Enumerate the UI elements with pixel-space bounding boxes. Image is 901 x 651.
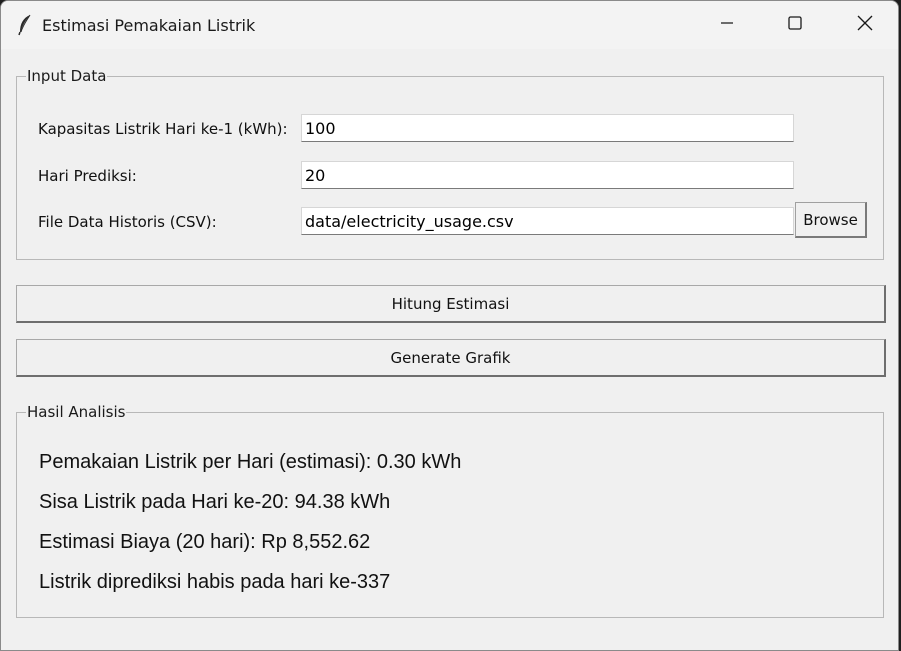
title-bar[interactable]: Estimasi Pemakaian Listrik (1, 1, 898, 49)
maximize-icon (788, 15, 802, 35)
result-prediksi-habis: Listrik diprediksi habis pada hari ke-33… (39, 571, 391, 593)
kapasitas-label: Kapasitas Listrik Hari ke-1 (kWh): (38, 120, 288, 138)
browse-button[interactable]: Browse (795, 202, 867, 238)
maximize-button[interactable] (761, 1, 829, 49)
hasil-analisis-legend: Hasil Analisis (26, 403, 127, 421)
close-icon (857, 15, 873, 36)
close-button[interactable] (831, 1, 898, 49)
generate-grafik-button[interactable]: Generate Grafik (16, 339, 886, 377)
window-title: Estimasi Pemakaian Listrik (42, 16, 256, 35)
kapasitas-input[interactable] (301, 114, 794, 142)
input-data-legend: Input Data (26, 67, 108, 85)
minimize-icon (720, 16, 734, 35)
file-csv-label: File Data Historis (CSV): (38, 213, 217, 231)
feather-icon (17, 14, 33, 36)
hari-prediksi-label: Hari Prediksi: (38, 167, 137, 185)
hasil-analisis-group: Hasil Analisis Pemakaian Listrik per Har… (16, 403, 884, 618)
file-csv-input[interactable] (301, 207, 794, 235)
hari-prediksi-input[interactable] (301, 161, 794, 189)
app-window: Estimasi Pemakaian Listrik Input Data Ka… (0, 0, 899, 651)
minimize-button[interactable] (693, 1, 761, 49)
result-sisa-listrik: Sisa Listrik pada Hari ke-20: 94.38 kWh (39, 491, 391, 513)
result-pemakaian-per-hari: Pemakaian Listrik per Hari (estimasi): 0… (39, 451, 462, 473)
main-content: Input Data Kapasitas Listrik Hari ke-1 (… (1, 49, 898, 650)
hitung-estimasi-button[interactable]: Hitung Estimasi (16, 285, 886, 323)
result-estimasi-biaya: Estimasi Biaya (20 hari): Rp 8,552.62 (39, 531, 371, 553)
input-data-group: Input Data Kapasitas Listrik Hari ke-1 (… (16, 67, 884, 260)
